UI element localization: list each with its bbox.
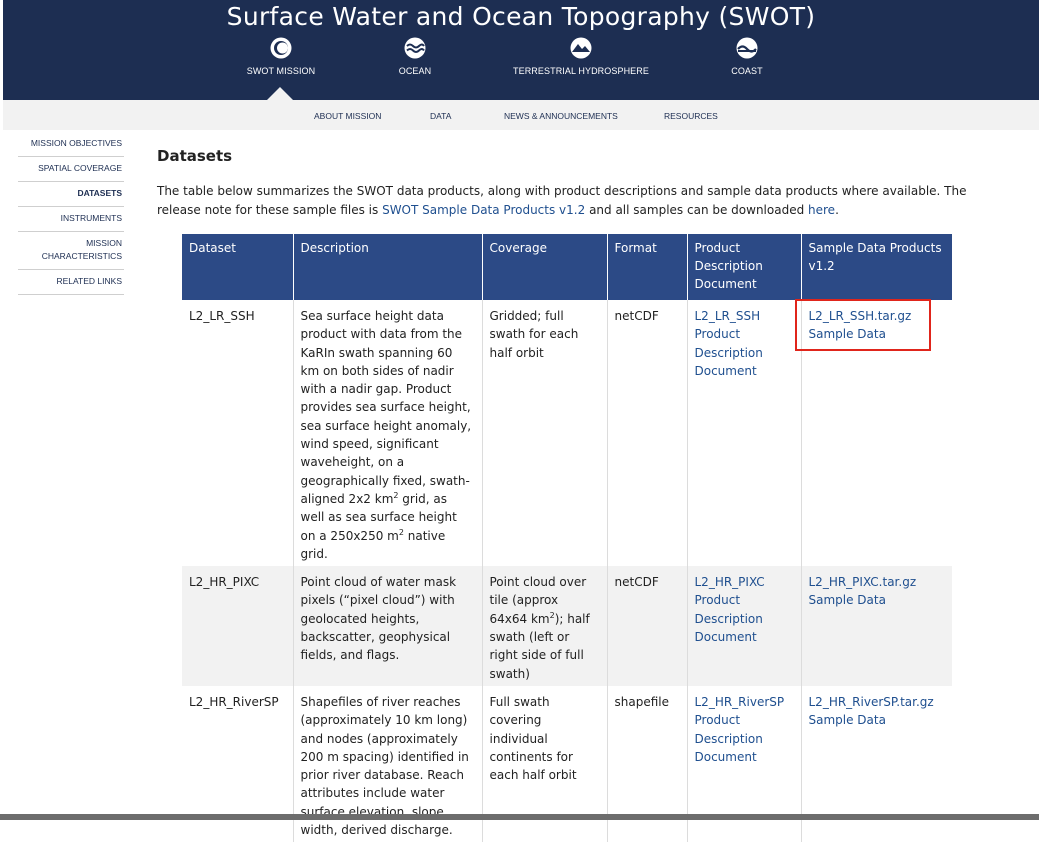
ocean-icon	[404, 37, 426, 59]
column-header: Product Description Document	[686, 234, 801, 300]
column-header: Sample Data Products v1.2	[800, 234, 952, 300]
sample-data-link[interactable]: Sample Data	[809, 325, 946, 343]
side-nav-spatial-coverage[interactable]: SPATIAL COVERAGE	[18, 157, 124, 182]
side-nav-datasets[interactable]: DATASETS	[18, 182, 124, 207]
side-nav-mission-objectives[interactable]: MISSION OBJECTIVES	[18, 132, 124, 157]
column-header: Dataset	[182, 234, 293, 300]
column-header: Coverage	[481, 234, 607, 300]
product-description-link[interactable]: L2_HR_RiverSP Product Description Docume…	[695, 693, 794, 766]
sample-file-link[interactable]: L2_HR_RiverSP.tar.gz	[809, 693, 946, 711]
intro-paragraph: The table below summarizes the SWOT data…	[157, 182, 997, 220]
sample-data-link[interactable]: Sample Data	[809, 591, 946, 609]
dataset-cell: L2_LR_SSH	[189, 309, 255, 323]
page-title: Datasets	[157, 147, 233, 165]
description-text: Sea surface height data product with dat…	[300, 309, 472, 506]
sample-file-link[interactable]: L2_HR_PIXC.tar.gz	[809, 573, 946, 591]
coverage-cell: Point cloud over tile (approx 64x64 km2)…	[481, 566, 607, 686]
table-row: L2_LR_SSH Sea surface height data produc…	[182, 300, 952, 567]
table-header-row: Dataset Description Coverage Format Prod…	[182, 234, 952, 300]
coverage-cell: Gridded; full swath for each half orbit	[481, 300, 607, 567]
sub-nav-data[interactable]: DATA	[430, 111, 451, 121]
sub-nav-resources[interactable]: RESOURCES	[664, 111, 718, 121]
intro-text: and all samples can be downloaded	[585, 203, 809, 217]
description-cell: Sea surface height data product with dat…	[292, 300, 482, 567]
doc-cell: L2_LR_SSH Product Description Document	[686, 300, 801, 567]
product-description-link[interactable]: L2_HR_PIXC Product Description Document	[695, 573, 794, 646]
side-nav-instruments[interactable]: INSTRUMENTS	[18, 207, 124, 232]
intro-text: .	[835, 203, 839, 217]
product-description-link[interactable]: L2_LR_SSH Product Description Document	[695, 307, 794, 380]
side-nav-mission-characteristics[interactable]: MISSION CHARACTERISTICS	[18, 232, 124, 270]
sample-data-link[interactable]: Sample Data	[809, 711, 946, 729]
main-nav: SWOT MISSION OCEAN TERRESTRIAL HYDROSPHE…	[3, 36, 1039, 96]
site-header: Surface Water and Ocean Topography (SWOT…	[3, 0, 1039, 100]
main-nav-label: COAST	[731, 66, 763, 76]
bottom-edge-bar	[0, 814, 1039, 820]
column-header: Description	[292, 234, 482, 300]
table-row: L2_HR_PIXC Point cloud of water mask pix…	[182, 566, 952, 686]
format-cell: netCDF	[606, 300, 687, 567]
sample-cell: L2_LR_SSH.tar.gz Sample Data	[800, 300, 952, 567]
side-nav-related-links[interactable]: RELATED LINKS	[18, 270, 124, 295]
terrestrial-hydrosphere-icon	[570, 37, 592, 59]
side-nav: MISSION OBJECTIVES SPATIAL COVERAGE DATA…	[18, 132, 124, 295]
sub-nav-news-announcements[interactable]: NEWS & ANNOUNCEMENTS	[504, 111, 618, 121]
main-nav-coast[interactable]: COAST	[667, 36, 827, 76]
sample-file-link[interactable]: L2_LR_SSH.tar.gz	[809, 307, 946, 325]
main-nav-label: TERRESTRIAL HYDROSPHERE	[513, 66, 649, 76]
format-cell: netCDF	[606, 566, 687, 686]
sub-nav: ABOUT MISSION DATA NEWS & ANNOUNCEMENTS …	[3, 100, 1039, 130]
main-content: Datasets The table below summarizes the …	[157, 142, 1007, 220]
site-title: Surface Water and Ocean Topography (SWOT…	[226, 2, 816, 31]
doc-cell: L2_HR_PIXC Product Description Document	[686, 566, 801, 686]
download-all-link[interactable]: here	[808, 203, 835, 217]
sample-cell: L2_HR_PIXC.tar.gz Sample Data	[800, 566, 952, 686]
release-note-link[interactable]: SWOT Sample Data Products v1.2	[382, 203, 585, 217]
main-nav-terrestrial-hydrosphere[interactable]: TERRESTRIAL HYDROSPHERE	[501, 36, 661, 76]
description-cell: Point cloud of water mask pixels (“pixel…	[292, 566, 482, 686]
dataset-cell: L2_HR_PIXC	[182, 566, 293, 686]
sub-nav-about-mission[interactable]: ABOUT MISSION	[314, 111, 381, 121]
column-header: Format	[606, 234, 687, 300]
active-nav-indicator	[267, 87, 293, 100]
swot-mission-icon	[270, 37, 292, 59]
main-nav-ocean[interactable]: OCEAN	[335, 36, 495, 76]
datasets-table: Dataset Description Coverage Format Prod…	[182, 234, 952, 842]
coast-icon	[736, 37, 758, 59]
main-nav-label: OCEAN	[398, 66, 432, 76]
